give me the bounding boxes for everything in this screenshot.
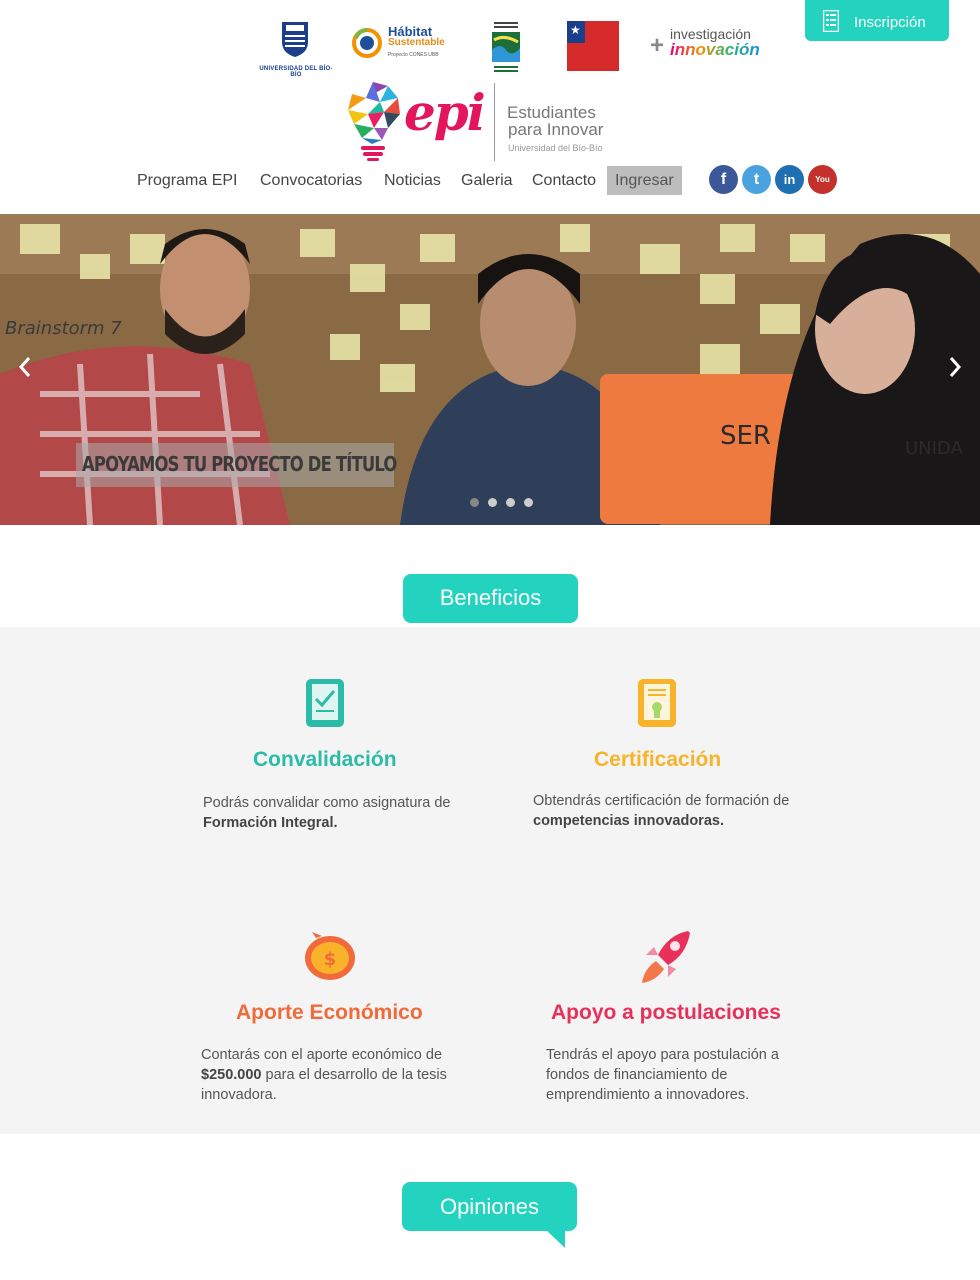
twitter-icon[interactable]: t [742,165,771,194]
brand-line-1: Estudiantes [507,103,596,122]
form-list-icon [823,10,839,32]
benefit-text-aporte: Contarás con el aporte económico de $250… [201,1047,447,1103]
slider-dot-3[interactable] [506,498,515,507]
star-icon: ★ [570,23,581,37]
habitat-circle-icon [352,28,382,58]
innovacion-text: innovación [670,40,760,59]
certificate-check-icon [306,679,344,727]
benefit-title-convalidacion: Convalidación [253,748,397,771]
beneficios-heading: Beneficios [403,574,578,623]
benefit-title-aporte: Aporte Económico [236,1001,423,1024]
habitat-logo[interactable]: Hábitat Sustentable Proyecto CONES UBB [352,22,452,68]
ubb-logo-text: UNIVERSIDAD DEL BÍO-BÍO [259,66,333,78]
slide-caption: APOYAMOS TU PROYECTO DE TÍTULO [76,443,397,487]
investigacion-innovacion-logo[interactable]: + investigación innovación [650,24,770,64]
benefit-text-convalidacion: Podrás convalidar como asignatura de For… [203,795,451,831]
slider-dot-4[interactable] [524,498,533,507]
piggy-bank-icon: $ [305,932,355,980]
ubb-logo[interactable]: UNIVERSIDAD DEL BÍO-BÍO [256,18,336,78]
epi-wordmark: epi [404,83,486,142]
svg-text:Brainstorm 7: Brainstorm 7 [5,318,122,339]
svg-text:$: $ [324,949,337,970]
diploma-icon [638,679,676,727]
svg-text:SER: SER [720,421,771,451]
youtube-icon[interactable]: You [808,165,837,194]
benefits-section: Convalidación Podrás convalidar como asi… [0,627,980,1134]
nav-noticias[interactable]: Noticias [384,166,441,195]
lightbulb-icon [348,82,400,161]
nav-contacto[interactable]: Contacto [532,166,596,195]
chevron-right-icon [949,357,962,377]
facebook-icon[interactable]: f [709,165,738,194]
benefit-text-apoyo: Tendrás el apoyo para postulación a fond… [546,1047,779,1103]
slide-caption-text: APOYAMOS TU PROYECTO DE TÍTULO [82,452,397,476]
nav-convocatorias[interactable]: Convocatorias [260,166,362,195]
opiniones-heading: Opiniones [402,1182,577,1231]
brand-divider [494,83,495,161]
chevron-left-icon [18,357,31,377]
ubb-shield-icon [282,22,308,57]
inscripcion-button[interactable]: Inscripción [805,0,949,41]
slider-dot-1[interactable] [470,498,479,507]
brand-line-3: Universidad del Bío-Bío [508,143,603,153]
linkedin-icon[interactable]: in [775,165,804,194]
plus-icon: + [650,32,665,59]
gobierno-regional-logo[interactable] [490,20,522,74]
nav-ingresar[interactable]: Ingresar [607,166,682,195]
benefit-title-apoyo: Apoyo a postulaciones [551,1001,781,1024]
hero-slider[interactable]: SER UNIDA Brainstorm 7 APOYAMOS TU PROYE… [0,214,980,525]
nav-galeria[interactable]: Galeria [461,166,513,195]
inscripcion-label: Inscripción [854,14,926,31]
epi-brand-logo[interactable]: epi Estudiantes para Innovar Universidad… [340,80,620,164]
benefit-title-certificacion: Certificación [594,748,722,771]
svg-text:UNIDA: UNIDA [905,438,963,459]
speech-bubble-tail [545,1229,565,1248]
brand-line-2: para Innovar [508,120,604,139]
benefit-text-certificacion: Obtendrás certificación de formación de … [533,793,790,829]
ministerio-educacion-logo[interactable]: ★ [567,21,619,71]
nav-programa-epi[interactable]: Programa EPI [137,166,237,195]
habitat-subtitle: Sustentable [388,37,445,48]
rocket-icon [642,931,690,983]
habitat-caption: Proyecto CONES UBB [388,52,439,58]
slider-dot-2[interactable] [488,498,497,507]
